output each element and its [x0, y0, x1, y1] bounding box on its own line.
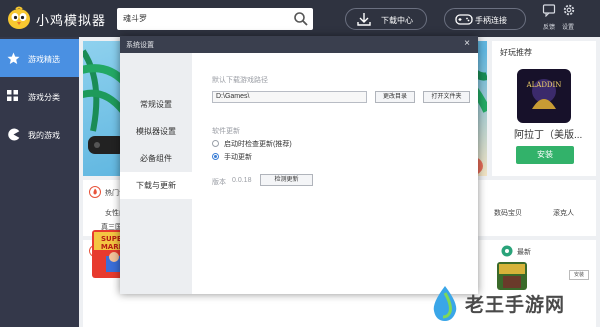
- sidebar-item-featured[interactable]: 游戏精选: [0, 39, 79, 77]
- settings-label[interactable]: 设置: [562, 22, 574, 31]
- gamepad-icon: [455, 14, 473, 25]
- version-value: 0.0.18: [232, 177, 252, 184]
- category-link[interactable]: 滚克人: [553, 208, 574, 218]
- fire-icon: [89, 186, 101, 198]
- sidebar-item-label: 游戏精选: [28, 55, 60, 64]
- dialog-title: 系统设置: [126, 42, 154, 49]
- manual-update-radio[interactable]: [212, 153, 219, 160]
- latest-section-title: 最新: [517, 249, 531, 256]
- gamepad-connect-label: 手柄连接: [475, 16, 507, 25]
- download-center-label: 下载中心: [381, 16, 413, 25]
- sidebar-item-categories[interactable]: 游戏分类: [0, 77, 79, 115]
- feedback-label[interactable]: 反馈: [543, 22, 555, 31]
- svg-text:ALADDIN: ALADDIN: [526, 81, 562, 89]
- dialog-title-bar[interactable]: 系统设置 ×: [120, 36, 478, 53]
- sidebar-item-label: 我的游戏: [28, 131, 60, 140]
- software-update-label: 软件更新: [212, 128, 240, 135]
- promo-game-art: ALADDIN: [517, 69, 571, 123]
- sidebar-item-label: 游戏分类: [28, 93, 60, 102]
- tab-emulator[interactable]: 模拟器设置: [120, 118, 192, 145]
- tab-download-update[interactable]: 下载与更新: [120, 172, 192, 199]
- star-icon: [7, 52, 20, 64]
- feedback-icon[interactable]: [542, 3, 556, 17]
- auto-update-label[interactable]: 启动时检查更新(推荐): [224, 139, 292, 149]
- search-icon[interactable]: [293, 11, 309, 27]
- sidebar-item-my-games[interactable]: 我的游戏: [0, 115, 79, 153]
- tab-general[interactable]: 常规设置: [120, 91, 192, 118]
- gear-icon[interactable]: [562, 3, 576, 17]
- promo-label: 好玩推荐: [500, 48, 532, 57]
- download-path-field[interactable]: D:\Games\: [212, 91, 367, 103]
- pacman-icon: [8, 128, 20, 141]
- search-input[interactable]: 魂斗罗: [117, 8, 313, 30]
- grid-icon: [7, 90, 18, 101]
- install-small-button[interactable]: 安装: [569, 270, 589, 280]
- search-input-value: 魂斗罗: [123, 14, 147, 23]
- watermark-text: 老王手游网: [465, 294, 566, 316]
- settings-nav: 常规设置 模拟器设置 必备组件 下载与更新: [120, 53, 192, 294]
- settings-panel: 默认下载游戏路径 D:\Games\ 更改目录 打开文件夹 软件更新 启动时检查…: [192, 53, 478, 294]
- game-thumbnail[interactable]: [497, 262, 527, 290]
- download-center-button[interactable]: 下载中心: [345, 8, 427, 30]
- sidebar: 游戏精选 游戏分类 我的游戏: [0, 37, 79, 327]
- chick-logo-icon: [8, 6, 30, 29]
- gamepad-connect-button[interactable]: 手柄连接: [444, 8, 526, 30]
- new-icon: [501, 245, 513, 257]
- category-link[interactable]: 数码宝贝: [494, 208, 522, 218]
- settings-dialog: 系统设置 × 常规设置 模拟器设置 必备组件 下载与更新 默认下载游戏路径 D:…: [120, 36, 478, 294]
- manual-update-label[interactable]: 手动更新: [224, 152, 252, 162]
- close-icon[interactable]: ×: [460, 37, 474, 51]
- check-update-button[interactable]: 检测更新: [260, 174, 313, 186]
- download-icon: [357, 13, 371, 26]
- promo-card[interactable]: 好玩推荐 ALADDIN 阿拉丁（美版... 安装: [492, 41, 596, 176]
- app-title: 小鸡模拟器: [36, 13, 107, 28]
- change-directory-button[interactable]: 更改目录: [375, 91, 415, 103]
- promo-title: 阿拉丁（美版...: [514, 130, 583, 141]
- watermark-drop-logo: [433, 286, 457, 321]
- auto-update-radio[interactable]: [212, 140, 219, 147]
- open-folder-button[interactable]: 打开文件夹: [423, 91, 470, 103]
- title-bar: 小鸡模拟器 魂斗罗 下载中心 手柄连接 反馈 设置: [0, 0, 600, 37]
- download-path-label: 默认下载游戏路径: [212, 77, 268, 84]
- version-label: 版本: [212, 179, 226, 186]
- tab-components[interactable]: 必备组件: [120, 145, 192, 172]
- latest-game-art: [499, 264, 525, 288]
- promo-install-button[interactable]: 安装: [516, 146, 574, 164]
